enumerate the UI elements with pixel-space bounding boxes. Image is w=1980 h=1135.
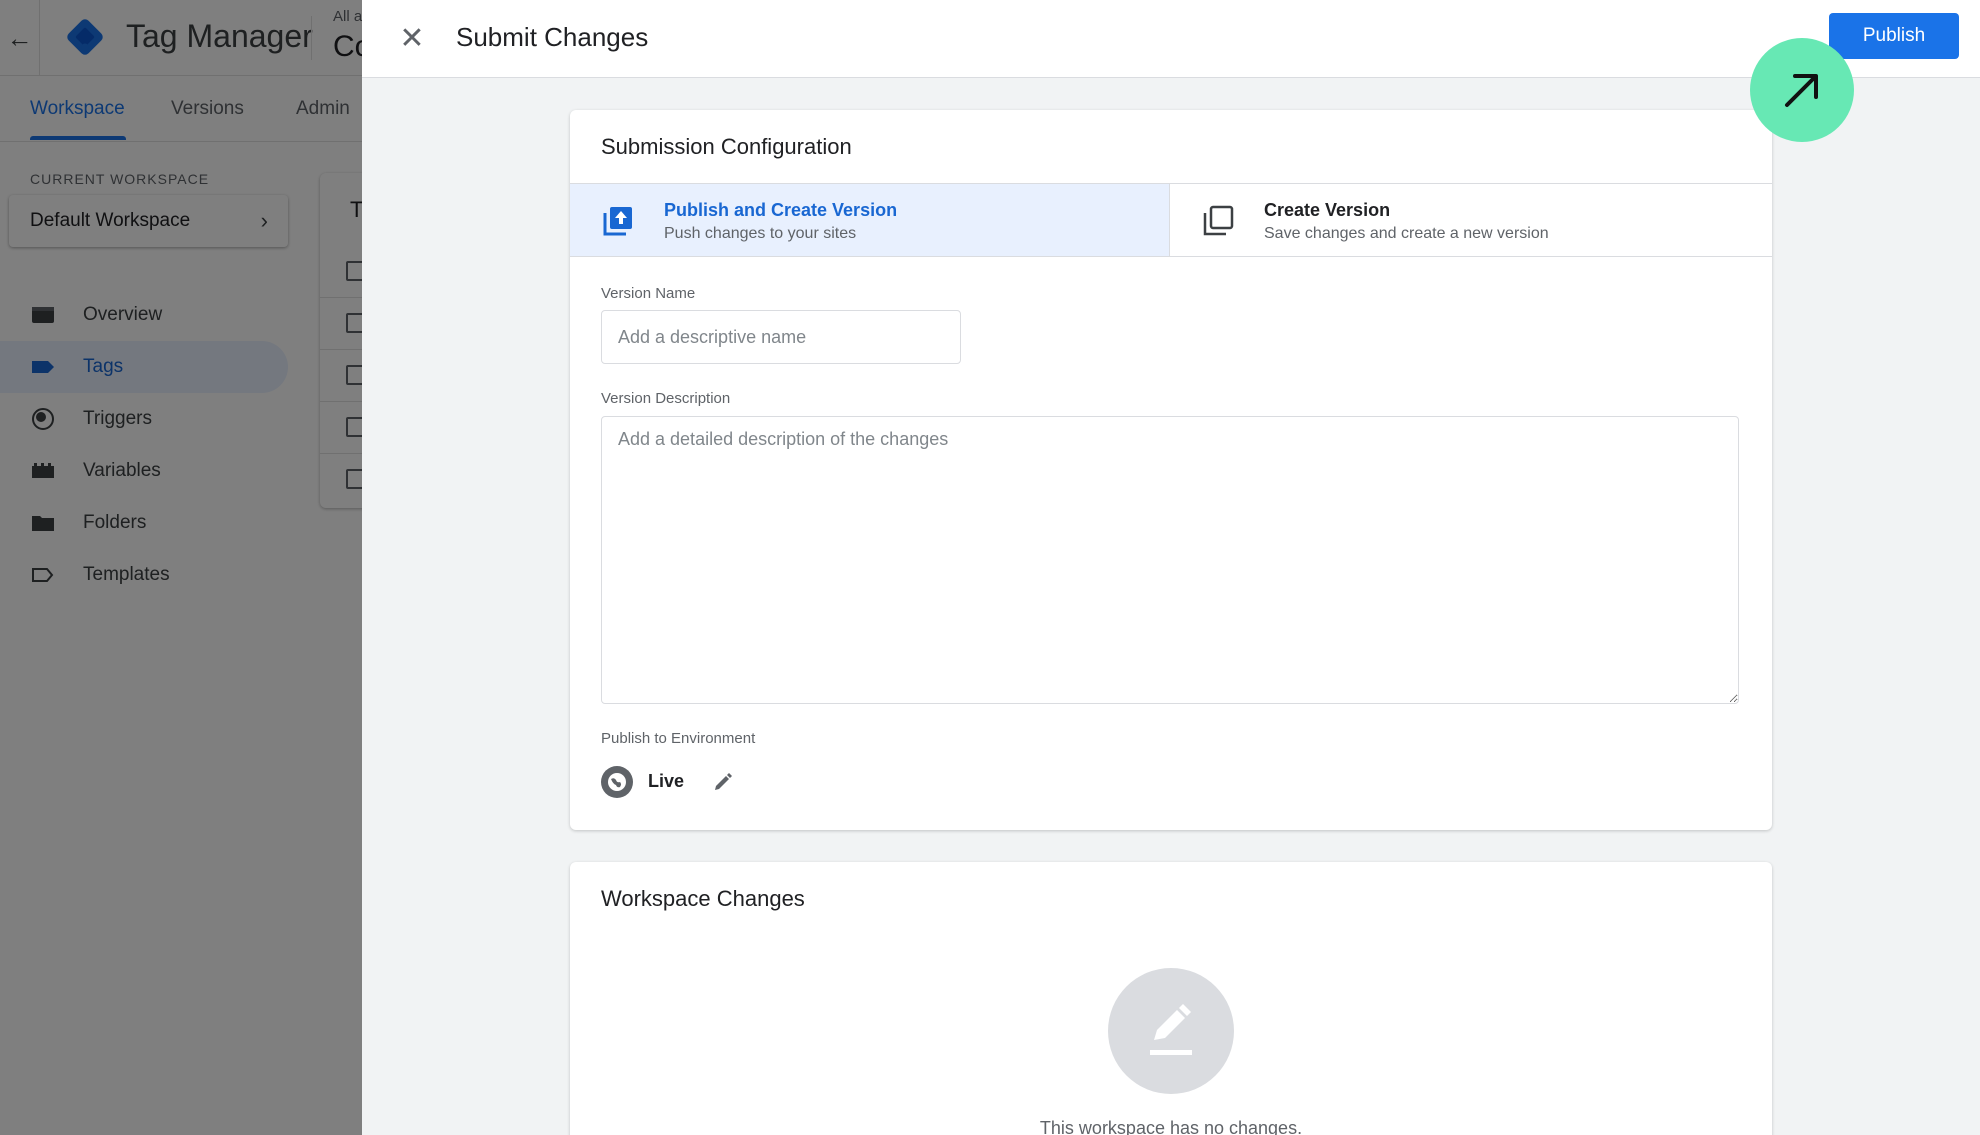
version-name-label: Version Name [601,285,696,302]
option-subtitle: Save changes and create a new version [1264,225,1549,242]
version-description-textarea[interactable] [601,416,1739,704]
publish-button[interactable]: Publish [1829,13,1959,59]
environment-label: Publish to Environment [601,730,756,747]
empty-state-text: This workspace has no changes. [1039,1118,1303,1135]
empty-state-illustration [1108,968,1234,1094]
option-create-version[interactable]: Create Version Save changes and create a… [1170,183,1772,257]
version-name-input[interactable] [601,310,961,364]
workspace-changes-title: Workspace Changes [601,886,805,911]
environment-name: Live [648,771,685,791]
submission-configuration-title: Submission Configuration [601,134,852,159]
arrow-up-right-icon [1785,74,1818,107]
environment-row: Live [601,766,901,798]
option-subtitle: Push changes to your sites [664,225,857,242]
option-title: Create Version [1264,200,1391,220]
publish-upload-icon [603,207,632,236]
workspace-changes-card: Workspace Changes This workspace has no … [570,862,1772,1135]
edit-pencil-icon [1150,1004,1192,1055]
option-publish-and-create-version[interactable]: Publish and Create Version Push changes … [570,183,1170,257]
dialog-title: Submit Changes [456,22,649,52]
click-hint-marker [1750,38,1854,142]
submission-configuration-card: Submission Configuration Publish and Cre… [570,110,1772,830]
dialog-header: ✕ Submit Changes [362,0,1980,78]
submit-changes-dialog: ✕ Submit Changes Submission Configuratio… [362,0,1980,1135]
version-description-label: Version Description [601,390,731,407]
close-icon[interactable]: ✕ [394,20,430,56]
option-title: Publish and Create Version [664,200,898,220]
edit-pencil-icon[interactable] [711,770,735,794]
copy-version-icon [1203,205,1234,236]
globe-icon [601,766,633,798]
